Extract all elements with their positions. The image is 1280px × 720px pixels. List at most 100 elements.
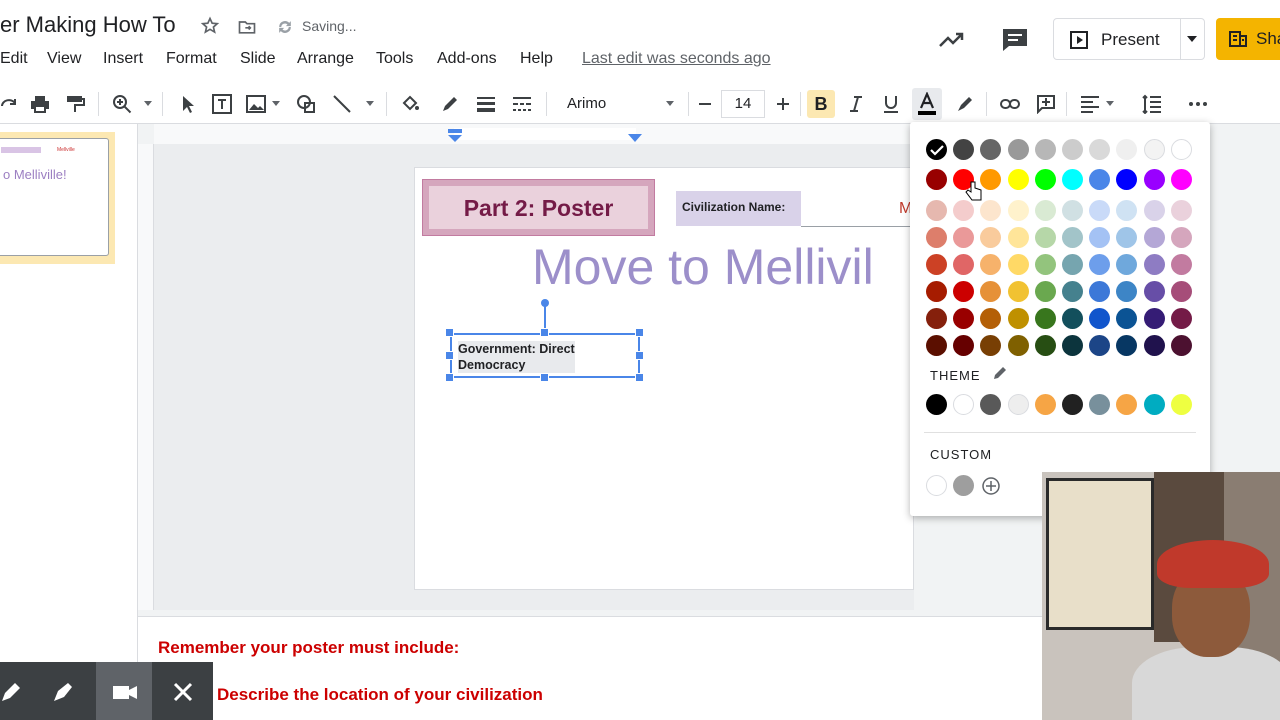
color-swatch[interactable]: [980, 169, 1002, 190]
government-textbox[interactable]: Government: Direct Democracy: [450, 333, 640, 378]
color-swatch[interactable]: [1089, 308, 1111, 329]
color-swatch[interactable]: [1007, 169, 1029, 190]
image-dropdown-icon[interactable]: [272, 101, 280, 106]
color-swatch[interactable]: [1116, 139, 1138, 160]
resize-handle-sw[interactable]: [445, 373, 454, 382]
color-swatch[interactable]: [1116, 308, 1138, 329]
more-icon[interactable]: [1188, 94, 1208, 114]
color-swatch[interactable]: [1116, 169, 1138, 190]
color-swatch[interactable]: [1116, 335, 1138, 356]
color-swatch[interactable]: [1143, 281, 1165, 302]
highlighter-icon[interactable]: [52, 681, 74, 703]
resize-handle-e[interactable]: [635, 351, 644, 360]
close-icon[interactable]: [172, 681, 194, 703]
theme-color-swatch[interactable]: [980, 394, 1002, 415]
color-swatch[interactable]: [926, 335, 947, 356]
color-swatch[interactable]: [1170, 169, 1192, 190]
color-swatch[interactable]: [1062, 227, 1083, 248]
color-swatch[interactable]: [1170, 308, 1192, 329]
present-button[interactable]: Present: [1053, 18, 1205, 60]
color-swatch[interactable]: [1116, 281, 1138, 302]
color-swatch[interactable]: [953, 335, 975, 356]
color-swatch[interactable]: [926, 308, 947, 329]
color-swatch[interactable]: [1170, 200, 1192, 221]
activity-icon[interactable]: [938, 28, 966, 52]
slide-thumbnail[interactable]: Mellville o Melliville!: [0, 138, 109, 256]
color-swatch[interactable]: [1089, 169, 1111, 190]
color-swatch[interactable]: [980, 281, 1002, 302]
color-swatch[interactable]: [953, 227, 975, 248]
align-icon[interactable]: [1080, 94, 1100, 114]
line-spacing-icon[interactable]: [1142, 94, 1162, 114]
resize-handle-s[interactable]: [540, 373, 549, 382]
zoom-dropdown-icon[interactable]: [144, 101, 152, 106]
color-swatch[interactable]: [1062, 254, 1083, 275]
underline-icon[interactable]: [881, 94, 901, 114]
color-swatch[interactable]: [1170, 227, 1192, 248]
slide-heading[interactable]: Move to Mellivil: [532, 238, 874, 296]
color-swatch[interactable]: [953, 139, 975, 160]
menu-format[interactable]: Format: [166, 50, 217, 68]
color-swatch[interactable]: [980, 200, 1002, 221]
menu-view[interactable]: View: [47, 50, 81, 68]
slide-thumbnail-selected[interactable]: Mellville o Melliville!: [0, 132, 115, 264]
pen-icon[interactable]: [0, 681, 22, 703]
color-swatch[interactable]: [1143, 139, 1165, 160]
font-family-select[interactable]: Arimo: [567, 95, 606, 112]
color-swatch[interactable]: [1034, 335, 1056, 356]
color-swatch[interactable]: [926, 254, 947, 275]
border-dash-icon[interactable]: [512, 94, 532, 114]
document-title[interactable]: er Making How To: [0, 12, 176, 38]
resize-handle-w[interactable]: [445, 351, 454, 360]
color-swatch[interactable]: [1116, 254, 1138, 275]
line-dropdown-icon[interactable]: [366, 101, 374, 106]
color-swatch[interactable]: [1089, 335, 1111, 356]
color-swatch[interactable]: [1089, 227, 1111, 248]
shape-icon[interactable]: [296, 94, 316, 114]
color-swatch[interactable]: [1062, 335, 1083, 356]
color-swatch[interactable]: [980, 254, 1002, 275]
menu-insert[interactable]: Insert: [103, 50, 143, 68]
color-swatch[interactable]: [926, 169, 947, 190]
comments-icon[interactable]: [1000, 26, 1030, 54]
color-swatch[interactable]: [1007, 227, 1029, 248]
speaker-notes[interactable]: Remember your poster must include: Descr…: [138, 616, 1048, 720]
color-swatch[interactable]: [1089, 281, 1111, 302]
custom-color-swatch[interactable]: [926, 475, 947, 496]
color-swatch[interactable]: [1116, 200, 1138, 221]
resize-handle-se[interactable]: [635, 373, 644, 382]
redo-icon[interactable]: [0, 94, 20, 114]
rotation-handle[interactable]: [541, 299, 549, 307]
color-swatch[interactable]: [1143, 227, 1165, 248]
color-swatch[interactable]: [1062, 169, 1083, 190]
menu-addons[interactable]: Add-ons: [437, 50, 497, 68]
color-swatch[interactable]: [1034, 169, 1056, 190]
menu-edit[interactable]: Edit: [0, 50, 28, 68]
theme-color-swatch[interactable]: [1170, 394, 1192, 415]
theme-color-swatch[interactable]: [1116, 394, 1138, 415]
star-icon[interactable]: [200, 16, 220, 36]
select-icon[interactable]: [178, 94, 198, 114]
color-swatch[interactable]: [1089, 254, 1111, 275]
color-swatch[interactable]: [1034, 227, 1056, 248]
border-weight-icon[interactable]: [476, 94, 496, 114]
theme-color-swatch[interactable]: [1034, 394, 1056, 415]
comment-add-icon[interactable]: [1036, 94, 1056, 114]
textbox-icon[interactable]: [212, 94, 232, 114]
color-swatch[interactable]: [1116, 227, 1138, 248]
color-swatch[interactable]: [1170, 139, 1192, 160]
color-swatch[interactable]: [1007, 281, 1029, 302]
color-swatch[interactable]: [1089, 200, 1111, 221]
color-swatch[interactable]: [1007, 308, 1029, 329]
resize-handle-nw[interactable]: [445, 328, 454, 337]
color-swatch[interactable]: [980, 308, 1002, 329]
menu-tools[interactable]: Tools: [376, 50, 413, 68]
share-button[interactable]: Sha: [1216, 18, 1280, 60]
color-swatch[interactable]: [1143, 254, 1165, 275]
color-swatch[interactable]: [953, 254, 975, 275]
color-swatch[interactable]: [926, 139, 947, 160]
present-dropdown-icon[interactable]: [1187, 36, 1197, 42]
menu-help[interactable]: Help: [520, 50, 553, 68]
color-swatch[interactable]: [1034, 308, 1056, 329]
theme-color-swatch[interactable]: [1007, 394, 1029, 415]
